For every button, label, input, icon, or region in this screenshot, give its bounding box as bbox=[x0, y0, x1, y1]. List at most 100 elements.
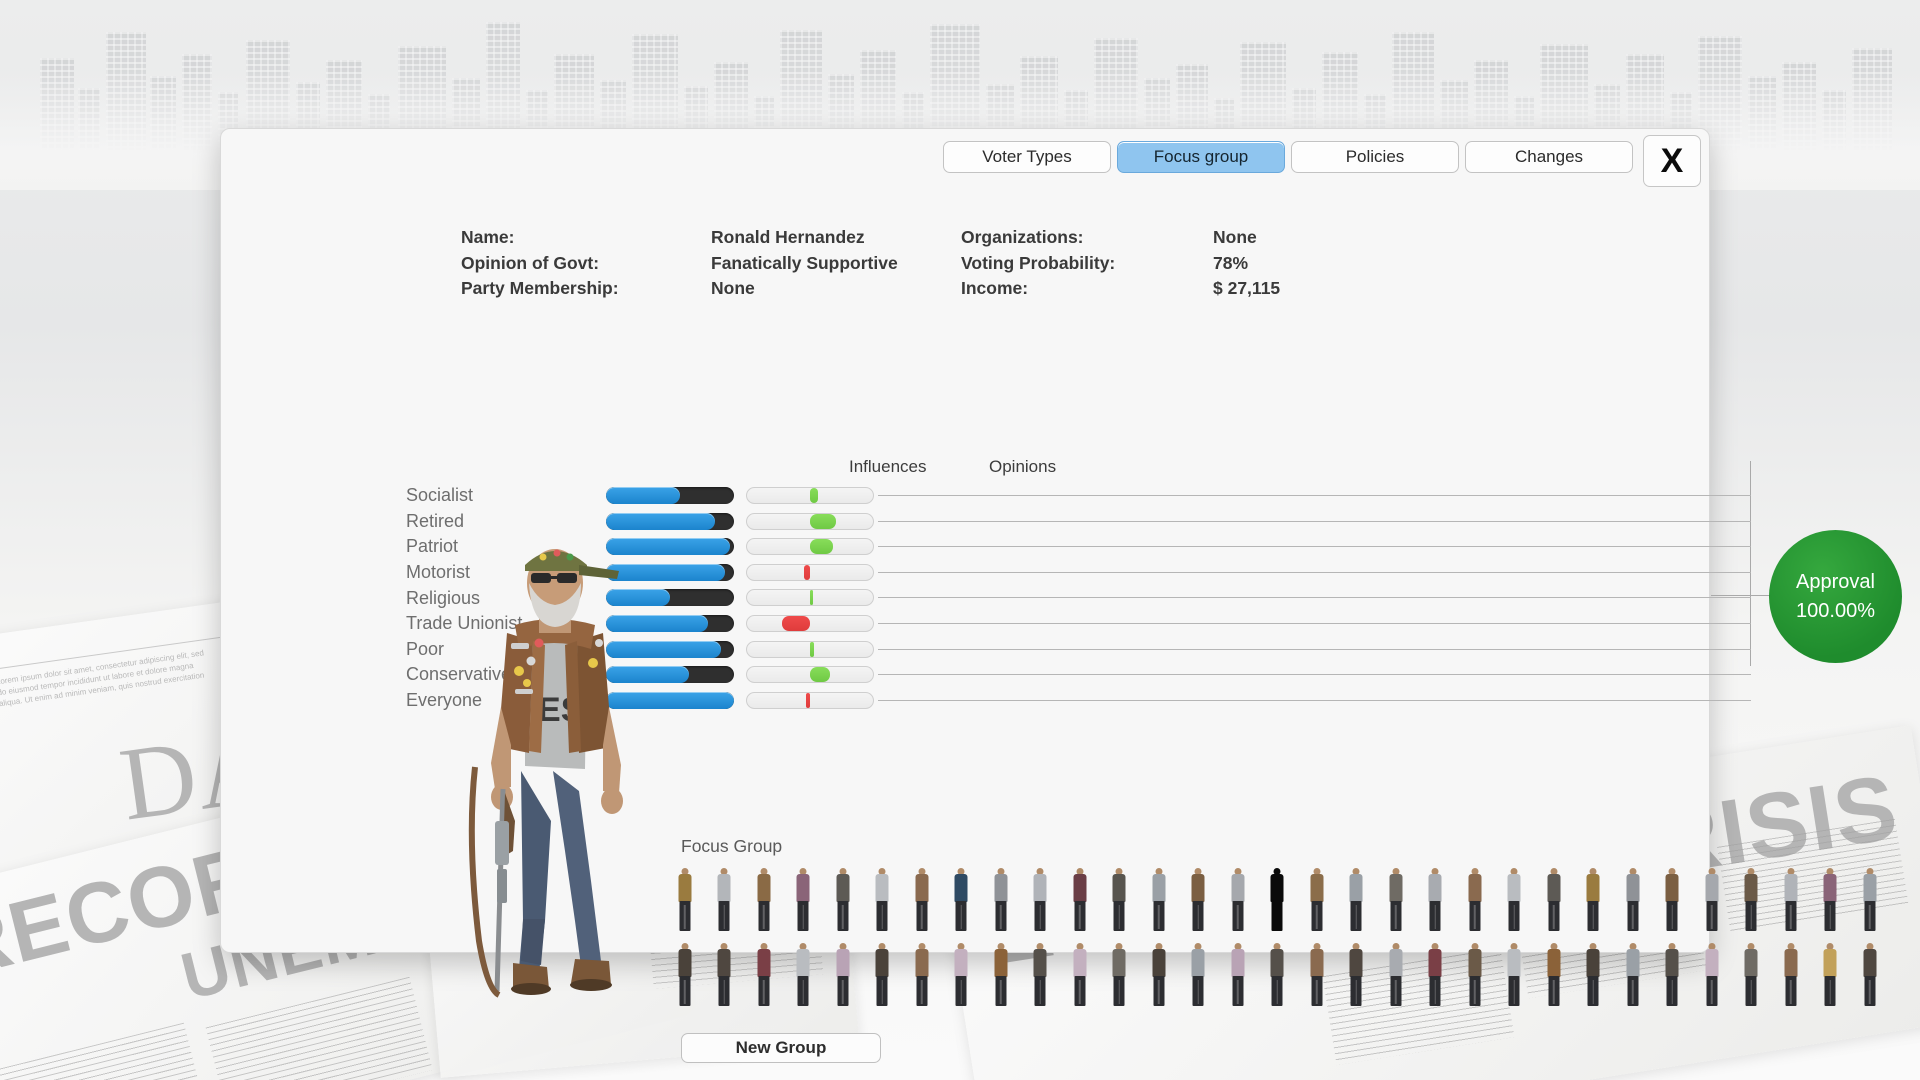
person-legs bbox=[1429, 901, 1441, 931]
focus-group-person[interactable] bbox=[1703, 868, 1720, 934]
person-legs bbox=[1785, 976, 1796, 1006]
focus-group-person[interactable] bbox=[913, 868, 930, 934]
tab-voter-types[interactable]: Voter Types bbox=[943, 141, 1111, 173]
opinion-bar bbox=[746, 666, 874, 684]
chart-gridline bbox=[878, 674, 1751, 676]
focus-group-person[interactable] bbox=[1032, 943, 1049, 1009]
focus-group-person[interactable] bbox=[1387, 943, 1404, 1009]
person-body bbox=[796, 874, 810, 902]
focus-group-person[interactable] bbox=[874, 868, 891, 934]
person-legs bbox=[1074, 901, 1085, 931]
focus-group-person[interactable] bbox=[1150, 868, 1167, 934]
approval-badge: Approval 100.00% bbox=[1769, 530, 1902, 663]
person-body bbox=[1231, 874, 1244, 902]
focus-group-person[interactable] bbox=[676, 868, 693, 934]
focus-group-person[interactable] bbox=[1229, 868, 1246, 934]
focus-group-person[interactable] bbox=[1111, 868, 1128, 934]
focus-group-person[interactable] bbox=[953, 943, 970, 1009]
chart-gridline bbox=[878, 571, 1751, 573]
person-legs bbox=[1864, 901, 1875, 931]
person-legs bbox=[837, 901, 848, 931]
focus-group-person[interactable] bbox=[1348, 868, 1365, 934]
info-label-income: Income: bbox=[961, 278, 1029, 299]
person-body bbox=[796, 949, 810, 977]
focus-group-person[interactable] bbox=[874, 943, 891, 1009]
person-body bbox=[915, 874, 928, 902]
focus-group-person[interactable] bbox=[1348, 943, 1365, 1009]
person-body bbox=[1665, 874, 1679, 902]
focus-group-person[interactable] bbox=[1427, 868, 1444, 934]
focus-group-person[interactable] bbox=[834, 868, 851, 934]
focus-group-person[interactable] bbox=[755, 943, 772, 1009]
focus-group-person[interactable] bbox=[1664, 868, 1681, 934]
focus-group-person[interactable] bbox=[1624, 943, 1641, 1009]
new-group-button[interactable]: New Group bbox=[681, 1033, 881, 1063]
person-legs bbox=[1864, 976, 1875, 1006]
opinion-bar bbox=[746, 640, 874, 658]
info-row: Opinion of Govt: Fanatically Supportive … bbox=[461, 251, 1461, 277]
focus-group-person[interactable] bbox=[1308, 868, 1325, 934]
focus-group-person[interactable] bbox=[1664, 943, 1681, 1009]
focus-group-person[interactable] bbox=[1743, 943, 1760, 1009]
focus-group-person[interactable] bbox=[1506, 943, 1523, 1009]
person-legs bbox=[1469, 976, 1480, 1006]
focus-group-person[interactable] bbox=[1703, 943, 1720, 1009]
focus-group-person[interactable] bbox=[913, 943, 930, 1009]
focus-group-person[interactable] bbox=[716, 943, 733, 1009]
focus-group-person[interactable] bbox=[1743, 868, 1760, 934]
focus-group-person[interactable] bbox=[1822, 943, 1839, 1009]
focus-group-person[interactable] bbox=[1150, 943, 1167, 1009]
focus-group-person[interactable] bbox=[795, 868, 812, 934]
focus-group-person[interactable] bbox=[1782, 868, 1799, 934]
person-body bbox=[994, 949, 1007, 977]
focus-group-person[interactable] bbox=[1032, 868, 1049, 934]
focus-group-person[interactable] bbox=[1229, 943, 1246, 1009]
close-icon[interactable]: X bbox=[1643, 135, 1701, 187]
focus-group-person[interactable] bbox=[1427, 943, 1444, 1009]
focus-group-person[interactable] bbox=[992, 943, 1009, 1009]
focus-group-person[interactable] bbox=[1269, 943, 1286, 1009]
person-body bbox=[1310, 874, 1323, 902]
focus-group-person[interactable] bbox=[1308, 943, 1325, 1009]
focus-group-person[interactable] bbox=[1387, 868, 1404, 934]
tab-changes[interactable]: Changes bbox=[1465, 141, 1633, 173]
focus-group-person[interactable] bbox=[1111, 943, 1128, 1009]
focus-group-person[interactable] bbox=[1545, 868, 1562, 934]
focus-group-person[interactable] bbox=[1822, 868, 1839, 934]
person-legs bbox=[1785, 901, 1796, 931]
tab-bar: Voter Types Focus group Policies Changes bbox=[943, 141, 1633, 173]
tab-focus-group[interactable]: Focus group bbox=[1117, 141, 1285, 173]
person-body bbox=[1626, 874, 1639, 902]
focus-group-person[interactable] bbox=[1545, 943, 1562, 1009]
person-legs bbox=[916, 976, 927, 1006]
person-body bbox=[1428, 874, 1442, 902]
focus-group-person[interactable] bbox=[1506, 868, 1523, 934]
focus-group-person[interactable] bbox=[1861, 868, 1878, 934]
focus-group-person[interactable] bbox=[1585, 868, 1602, 934]
focus-group-person[interactable] bbox=[1190, 868, 1207, 934]
focus-group-person[interactable] bbox=[676, 943, 693, 1009]
person-body bbox=[1349, 874, 1363, 902]
focus-group-person[interactable] bbox=[1585, 943, 1602, 1009]
person-legs bbox=[1192, 976, 1204, 1006]
focus-group-person[interactable] bbox=[1861, 943, 1878, 1009]
focus-group-person[interactable] bbox=[1466, 943, 1483, 1009]
focus-group-person[interactable] bbox=[992, 868, 1009, 934]
focus-group-person[interactable] bbox=[795, 943, 812, 1009]
focus-group-person[interactable] bbox=[834, 943, 851, 1009]
focus-group-person[interactable] bbox=[1071, 943, 1088, 1009]
chart-gridline bbox=[878, 546, 1751, 548]
focus-group-person[interactable] bbox=[755, 868, 772, 934]
focus-group-person[interactable] bbox=[1190, 943, 1207, 1009]
focus-group-person[interactable] bbox=[1782, 943, 1799, 1009]
focus-group-person[interactable] bbox=[1071, 868, 1088, 934]
focus-group-person[interactable] bbox=[953, 868, 970, 934]
focus-group-person[interactable] bbox=[716, 868, 733, 934]
person-body bbox=[1270, 874, 1284, 902]
person-legs bbox=[1192, 901, 1204, 931]
person-legs bbox=[1824, 901, 1836, 931]
focus-group-person[interactable] bbox=[1624, 868, 1641, 934]
focus-group-person[interactable] bbox=[1466, 868, 1483, 934]
tab-policies[interactable]: Policies bbox=[1291, 141, 1459, 173]
focus-group-person[interactable] bbox=[1269, 868, 1286, 934]
